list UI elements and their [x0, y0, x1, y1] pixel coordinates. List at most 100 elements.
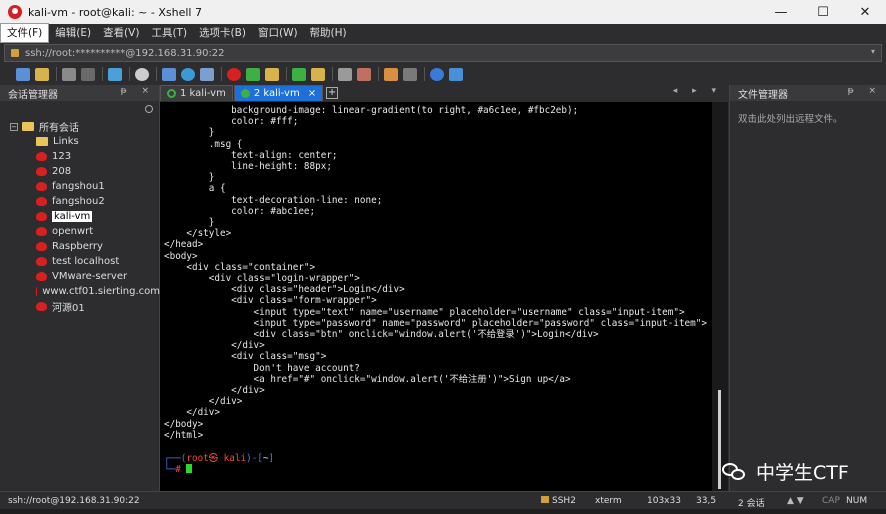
menu-edit[interactable]: 编辑(E): [49, 24, 97, 42]
address-bar[interactable]: ssh://root:**********@192.168.31.90:22 ▾: [4, 44, 882, 62]
fullscreen-icon[interactable]: [292, 67, 306, 81]
session-item-openwrt[interactable]: openwrt: [0, 224, 160, 239]
tree-root-all-sessions[interactable]: − 所有会话: [0, 119, 160, 134]
file-manager-hint[interactable]: 双击此处列出远程文件。: [730, 101, 886, 135]
terminal-line: }: [164, 172, 215, 184]
minimize-button[interactable]: —: [760, 0, 802, 24]
session-item-123[interactable]: 123: [0, 149, 160, 164]
tab-1-kali-vm[interactable]: 1 kali-vm: [160, 85, 233, 101]
scrollbar-thumb[interactable]: [718, 390, 721, 489]
session-icon: [36, 167, 47, 176]
terminal-line: line-height: 88px;: [164, 161, 332, 172]
terminal-cursor: [186, 464, 193, 474]
xshell-icon[interactable]: [227, 67, 241, 81]
terminal-line: background-image: linear-gradient(to rig…: [164, 105, 579, 116]
status-sessions[interactable]: 2 会话: [738, 496, 765, 509]
menu-window[interactable]: 窗口(W): [252, 24, 304, 42]
session-item-heyuan01[interactable]: 河源01: [0, 299, 160, 314]
maximize-button[interactable]: ☐: [802, 0, 844, 24]
session-search-icon[interactable]: [145, 105, 153, 113]
close-button[interactable]: ✕: [844, 0, 886, 24]
terminal-line: a {: [164, 183, 226, 195]
open-folder-icon[interactable]: [35, 67, 49, 81]
highlight-icon[interactable]: [357, 67, 371, 81]
help-icon[interactable]: [430, 67, 444, 81]
folder-icon: [36, 137, 48, 146]
status-nav-arrows-icon[interactable]: ▲ ▼: [787, 496, 804, 506]
tab-nav-controls[interactable]: ◂ ▸ ▾: [673, 86, 722, 96]
session-item-208[interactable]: 208: [0, 164, 160, 179]
compose-icon[interactable]: [403, 67, 417, 81]
shell-prompt: ┌──(root㉿ kali)-[~]: [164, 453, 275, 464]
properties-icon[interactable]: [108, 67, 122, 81]
tab-2-kali-vm[interactable]: 2 kali-vm ×: [233, 85, 324, 101]
status-connection: ssh://root@192.168.31.90:22: [8, 496, 140, 506]
terminal-line: <a href="#" onclick="window.alert('不给注册'…: [164, 373, 571, 385]
globe-icon[interactable]: [181, 67, 195, 81]
menu-file[interactable]: 文件(F): [0, 23, 50, 43]
session-item-vmware-server[interactable]: VMware-server: [0, 269, 160, 284]
session-item-fangshou1[interactable]: fangshou1: [0, 179, 160, 194]
terminal-line: <div class="btn" onclick="window.alert('…: [164, 329, 599, 340]
status-cursor-pos: 33,5: [696, 496, 717, 506]
session-icon: [36, 182, 47, 191]
key-icon[interactable]: [311, 67, 325, 81]
status-num: NUM: [846, 496, 868, 506]
session-item-ctf01[interactable]: www.ctf01.sierting.com: [0, 284, 160, 299]
terminal-line: text-decoration-line: none;: [164, 194, 383, 206]
terminal-line: }: [164, 127, 215, 139]
disconnect-icon[interactable]: [81, 67, 95, 81]
chat-icon[interactable]: [449, 67, 463, 81]
terminal-line: </html>: [164, 429, 204, 441]
session-manager-header: 会话管理器 ᵽ ×: [0, 85, 159, 101]
add-tab-button[interactable]: +: [326, 87, 339, 99]
session-icon: [36, 287, 38, 296]
terminal-line: }: [164, 217, 215, 228]
terminal-line: <div class="login-wrapper">: [164, 273, 360, 284]
status-terminal-type: xterm: [595, 496, 622, 506]
search-icon[interactable]: [135, 67, 149, 81]
connected-icon: [240, 89, 250, 98]
session-item-test-localhost[interactable]: test localhost: [0, 254, 160, 269]
session-item-kali-vm[interactable]: kali-vm: [0, 209, 160, 224]
address-dropdown-icon[interactable]: ▾: [871, 47, 875, 56]
session-manager-controls[interactable]: ᵽ ×: [121, 86, 155, 96]
session-search-row[interactable]: [6, 103, 153, 117]
tab-bar: 1 kali-vm 2 kali-vm × + ◂ ▸ ▾: [160, 85, 728, 101]
keyboard-icon[interactable]: [338, 67, 352, 81]
terminal-scrollbar[interactable]: [712, 102, 728, 491]
layout-icon[interactable]: [384, 67, 398, 81]
terminal-line: Don't have account?: [164, 362, 360, 374]
status-bar: ssh://root@192.168.31.90:22 SSH2 xterm 1…: [0, 491, 886, 509]
transfer-icon[interactable]: [162, 67, 176, 81]
session-item-fangshou2[interactable]: fangshou2: [0, 194, 160, 209]
xftp-icon[interactable]: [246, 67, 260, 81]
ssh-lock-icon: [541, 496, 549, 503]
shell-prompt-input: └─#: [164, 464, 193, 475]
terminal-line: <div class="header">Login</div>: [164, 284, 405, 296]
window-title: kali-vm - root@kali: ~ - Xshell 7: [28, 5, 202, 19]
menu-tabs[interactable]: 选项卡(B): [193, 24, 252, 42]
session-item-links[interactable]: Links: [0, 134, 160, 149]
menu-view[interactable]: 查看(V): [97, 24, 145, 42]
font-icon[interactable]: [200, 67, 214, 81]
menu-tools[interactable]: 工具(T): [145, 24, 193, 42]
terminal-line: </div>: [164, 407, 220, 419]
terminal-line: </body>: [164, 418, 204, 430]
terminal-line: </div>: [164, 396, 243, 408]
folder-icon: [22, 122, 34, 131]
status-protocol: SSH2: [541, 496, 576, 506]
wechat-icon: [722, 461, 748, 483]
collapse-icon[interactable]: −: [10, 122, 18, 131]
lock-toolbar-icon[interactable]: [265, 67, 279, 81]
new-session-icon[interactable]: [16, 67, 30, 81]
file-manager-controls[interactable]: ᵽ ×: [848, 86, 882, 96]
tab-close-icon[interactable]: ×: [308, 88, 316, 99]
session-item-raspberry[interactable]: Raspberry: [0, 239, 160, 254]
menu-help[interactable]: 帮助(H): [304, 24, 353, 42]
reconnect-icon[interactable]: [62, 67, 76, 81]
terminal-line: color: #abc1ee;: [164, 205, 316, 217]
terminal-line: <div class="msg">: [164, 351, 327, 363]
file-manager-header: 文件管理器 ᵽ ×: [730, 85, 886, 101]
terminal-area[interactable]: background-image: linear-gradient(to rig…: [160, 102, 712, 491]
